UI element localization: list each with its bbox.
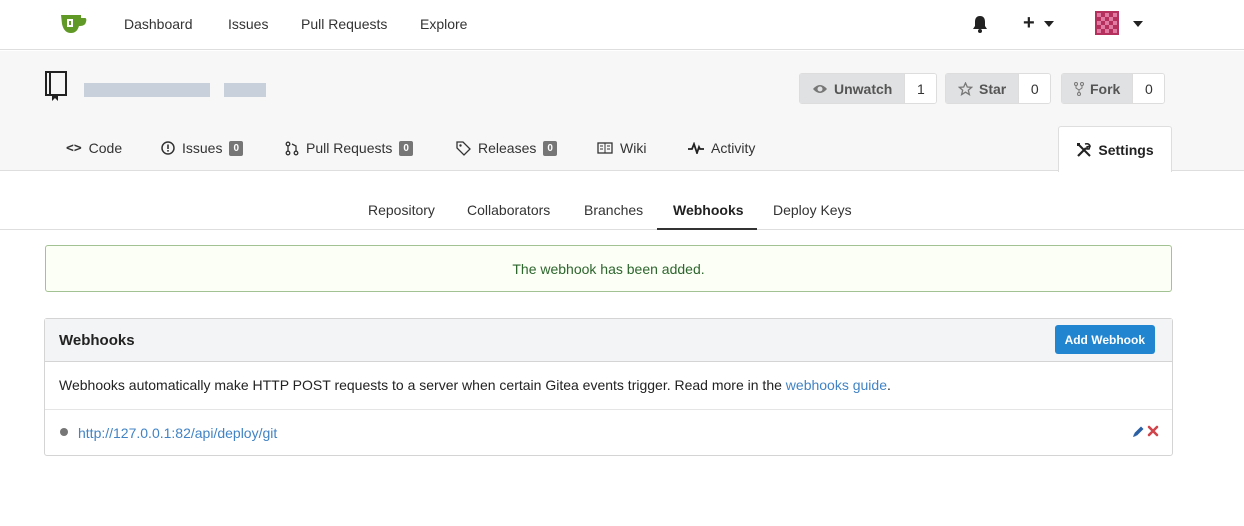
- tab-releases-label: Releases: [478, 140, 537, 156]
- star-icon: [958, 81, 973, 96]
- fork-icon: [1074, 81, 1084, 96]
- top-navbar: Dashboard Issues Pull Requests Explore +: [0, 0, 1244, 50]
- webhook-list-item: http://127.0.0.1:82/api/deploy/git: [45, 410, 1172, 455]
- tab-releases[interactable]: Releases 0: [456, 140, 557, 156]
- pulls-count-badge: 0: [399, 140, 413, 156]
- nav-dashboard[interactable]: Dashboard: [124, 16, 193, 32]
- nav-issues[interactable]: Issues: [228, 16, 268, 32]
- star-label: Star: [979, 80, 1007, 97]
- tab-pull-requests[interactable]: Pull Requests 0: [285, 140, 413, 156]
- book-icon: [597, 142, 613, 154]
- webhooks-description: Webhooks automatically make HTTP POST re…: [45, 362, 1172, 410]
- webhooks-title: Webhooks: [59, 332, 135, 349]
- avatar[interactable]: [1095, 11, 1119, 35]
- tab-settings[interactable]: Settings: [1058, 126, 1172, 172]
- add-webhook-button[interactable]: Add Webhook: [1054, 325, 1155, 354]
- webhooks-panel: Webhooks Add Webhook Webhooks automatica…: [44, 318, 1173, 456]
- eye-icon: [813, 84, 827, 93]
- webhook-url-link[interactable]: http://127.0.0.1:82/api/deploy/git: [78, 425, 277, 441]
- repo-title-blurred-part[interactable]: [224, 83, 266, 97]
- fork-button[interactable]: Fork: [1062, 74, 1133, 103]
- star-button[interactable]: Star: [946, 74, 1019, 103]
- submenu-deploy-keys[interactable]: Deploy Keys: [773, 202, 852, 218]
- watch-count[interactable]: 1: [904, 74, 937, 103]
- description-suffix: .: [886, 377, 891, 393]
- watch-button-group[interactable]: Unwatch 1: [799, 73, 938, 104]
- pencil-icon[interactable]: [1132, 425, 1145, 438]
- fork-button-group[interactable]: Fork 0: [1061, 73, 1166, 104]
- tab-code-label: Code: [88, 140, 123, 156]
- tab-settings-label: Settings: [1098, 141, 1154, 158]
- tab-issues-label: Issues: [182, 140, 223, 156]
- webhooks-panel-header: Webhooks Add Webhook: [45, 319, 1172, 362]
- repo-header: Unwatch 1 Star 0 Fork 0 <> Code Issues 0…: [0, 51, 1244, 172]
- issues-count-badge: 0: [229, 140, 244, 156]
- tab-pull-requests-label: Pull Requests: [306, 140, 393, 156]
- description-prefix: Webhooks automatically make HTTP POST re…: [59, 377, 786, 393]
- submenu-repository[interactable]: Repository: [368, 202, 435, 218]
- tab-code[interactable]: <> Code: [66, 140, 122, 156]
- star-button-group[interactable]: Star 0: [945, 73, 1052, 104]
- watch-button[interactable]: Unwatch: [800, 74, 905, 103]
- bell-icon[interactable]: [972, 15, 988, 33]
- submenu-branches[interactable]: Branches: [584, 202, 643, 218]
- tab-activity[interactable]: Activity: [688, 140, 755, 156]
- nav-explore[interactable]: Explore: [420, 16, 467, 32]
- pulse-icon: [688, 142, 704, 154]
- fork-label: Fork: [1090, 80, 1121, 97]
- webhook-status-dot-icon: [60, 428, 68, 436]
- tools-icon: [1077, 142, 1092, 157]
- tab-wiki[interactable]: Wiki: [597, 140, 646, 156]
- active-submenu-underline: [657, 228, 757, 230]
- fork-count[interactable]: 0: [1132, 74, 1165, 103]
- nav-pull-requests[interactable]: Pull Requests: [301, 16, 387, 32]
- tab-wiki-label: Wiki: [620, 140, 647, 156]
- submenu-collaborators[interactable]: Collaborators: [467, 202, 550, 218]
- delete-x-icon[interactable]: [1147, 425, 1159, 437]
- repo-book-icon: [45, 71, 67, 101]
- issue-opened-icon: [161, 141, 175, 155]
- pull-request-icon: [285, 141, 299, 155]
- code-icon: <>: [66, 140, 82, 156]
- webhooks-guide-link[interactable]: webhooks guide: [786, 377, 887, 393]
- tag-icon: [456, 140, 471, 156]
- repo-title-blurred[interactable]: [84, 83, 210, 97]
- watch-label: Unwatch: [834, 80, 893, 97]
- submenu-webhooks[interactable]: Webhooks: [673, 202, 744, 218]
- settings-submenu: Repository Collaborators Branches Webhoo…: [0, 172, 1244, 230]
- create-plus-icon[interactable]: +: [1023, 12, 1035, 34]
- tab-activity-label: Activity: [711, 140, 756, 156]
- webhooks-description-text: Webhooks automatically make HTTP POST re…: [59, 377, 891, 393]
- gitea-logo-icon[interactable]: [59, 12, 87, 34]
- star-count[interactable]: 0: [1018, 74, 1051, 103]
- create-dropdown-caret-icon[interactable]: [1044, 21, 1054, 27]
- tab-issues[interactable]: Issues 0: [161, 140, 244, 156]
- profile-dropdown-caret-icon[interactable]: [1133, 21, 1143, 27]
- success-message-text: The webhook has been added.: [512, 260, 705, 277]
- releases-count-badge: 0: [543, 140, 557, 156]
- success-message: The webhook has been added.: [45, 245, 1172, 292]
